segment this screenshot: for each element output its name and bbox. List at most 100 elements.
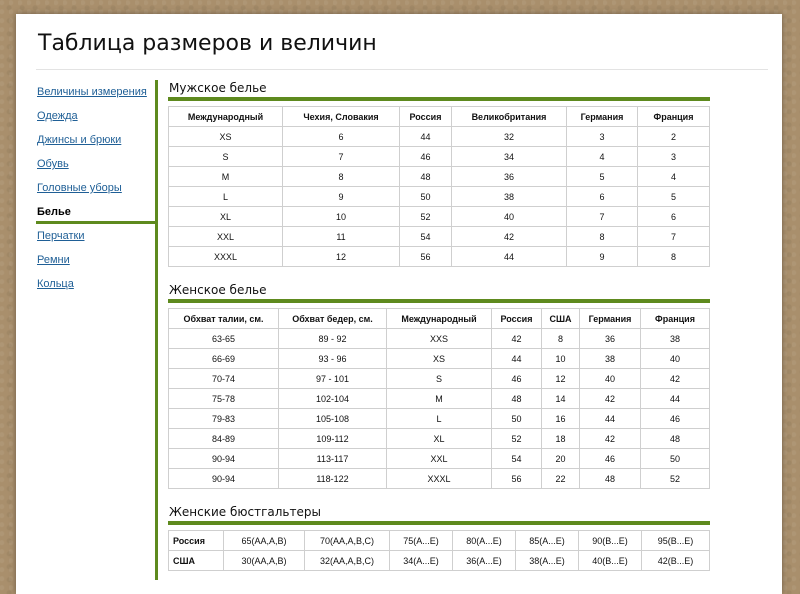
section-title-bras: Женские бюстгальтеры (168, 504, 710, 525)
men-table-cell: 6 (637, 206, 710, 227)
men-table-cell: 6 (566, 186, 638, 207)
women-table-cell: 105-108 (278, 408, 387, 429)
bra-table-cell: 40(B...E) (578, 550, 642, 571)
women-table-cell: 93 - 96 (278, 348, 387, 369)
sidebar-item-5[interactable]: Белье (36, 200, 158, 224)
women-table-cell: 8 (541, 328, 580, 349)
women-table-row: 84-89 109-112 XL 52 18 42 48 (168, 428, 710, 449)
women-table-row: 79-83 105-108 L 50 16 44 46 (168, 408, 710, 429)
men-table-cell: 36 (451, 166, 567, 187)
sidebar-item-3[interactable]: Обувь (36, 152, 156, 176)
bra-table-cell: 36(A...E) (452, 550, 516, 571)
women-column-header: Россия (491, 308, 542, 329)
men-table-cell: 9 (282, 186, 400, 207)
bra-table-cell: 38(A...E) (515, 550, 579, 571)
women-table-cell: 113-117 (278, 448, 387, 469)
men-table-cell: 46 (399, 146, 452, 167)
women-table-cell: 52 (491, 428, 542, 449)
men-table-row: S 7 46 34 4 3 (168, 146, 710, 167)
women-table-cell: M (386, 388, 492, 409)
women-table-cell: 48 (491, 388, 542, 409)
women-table-cell: 70-74 (168, 368, 279, 389)
women-table-cell: 40 (579, 368, 641, 389)
women-table-cell: 10 (541, 348, 580, 369)
women-table-cell: S (386, 368, 492, 389)
men-table-cell: 5 (566, 166, 638, 187)
men-table-cell: XXL (168, 226, 283, 247)
men-column-header: Россия (399, 106, 452, 127)
bra-table-cell: 95(B...E) (641, 530, 710, 551)
women-table-cell: 66-69 (168, 348, 279, 369)
women-table-cell: 40 (640, 348, 710, 369)
women-table-cell: 52 (640, 468, 710, 489)
bra-table-cell: 32(AA,A,B,C) (304, 550, 390, 571)
men-table-cell: 32 (451, 126, 567, 147)
women-table-cell: 56 (491, 468, 542, 489)
sidebar-item-4[interactable]: Головные уборы (36, 176, 156, 200)
women-table-cell: 48 (579, 468, 641, 489)
women-table-row: 70-74 97 - 101 S 46 12 40 42 (168, 368, 710, 389)
men-table-cell: M (168, 166, 283, 187)
sidebar-item-7[interactable]: Ремни (36, 248, 156, 272)
section-title-men: Мужское белье (168, 80, 710, 101)
sidebar-item-1[interactable]: Одежда (36, 104, 156, 128)
sidebar-nav: Величины измерения Одежда Джинсы и брюки Об… (36, 80, 158, 296)
sidebar-item-2[interactable]: Джинсы и брюки (36, 128, 156, 152)
men-table-cell: 10 (282, 206, 400, 227)
men-table-cell: 56 (399, 246, 452, 267)
women-table-cell: 42 (579, 428, 641, 449)
women-table-cell: 42 (640, 368, 710, 389)
women-table-cell: 46 (640, 408, 710, 429)
women-table-row: 63-65 89 - 92 XXS 42 8 36 38 (168, 328, 710, 349)
main-content: Мужское белье Международный Чехия, Словак… (168, 80, 710, 571)
women-table-cell: 90-94 (168, 468, 279, 489)
sidebar-item-6[interactable]: Перчатки (36, 224, 156, 248)
men-table-cell: 44 (399, 126, 452, 147)
men-table-cell: 38 (451, 186, 567, 207)
women-table-cell: 48 (640, 428, 710, 449)
women-table-cell: 79-83 (168, 408, 279, 429)
women-table-cell: 44 (579, 408, 641, 429)
men-table-cell: 5 (637, 186, 710, 207)
men-table-cell: 44 (451, 246, 567, 267)
men-table-cell: 7 (566, 206, 638, 227)
section-title-women: Женское белье (168, 282, 710, 303)
women-table-cell: 42 (491, 328, 542, 349)
sidebar-item-0[interactable]: Величины измерения (36, 80, 156, 104)
men-table-cell: 2 (637, 126, 710, 147)
women-table-cell: 16 (541, 408, 580, 429)
men-table-cell: 3 (637, 146, 710, 167)
men-table-cell: 8 (637, 246, 710, 267)
bra-table-row: Россия 65(AA,A,B) 70(AA,A,B,C) 75(A...E) 80(… (168, 530, 710, 551)
men-table-cell: 42 (451, 226, 567, 247)
page-title: Таблица размеров и величин (38, 31, 377, 56)
men-table-cell: 7 (637, 226, 710, 247)
men-table-cell: 54 (399, 226, 452, 247)
women-table-row: 90-94 118-122 XXXL 56 22 48 52 (168, 468, 710, 489)
women-table-cell: 42 (579, 388, 641, 409)
women-table-cell: XXS (386, 328, 492, 349)
men-table-row: M 8 48 36 5 4 (168, 166, 710, 187)
women-table-cell: XXL (386, 448, 492, 469)
men-table-cell: 12 (282, 246, 400, 267)
women-table-cell: 18 (541, 428, 580, 449)
men-column-header: Германия (566, 106, 638, 127)
women-table-cell: XXXL (386, 468, 492, 489)
men-table-cell: 34 (451, 146, 567, 167)
women-table-cell: 84-89 (168, 428, 279, 449)
women-table-cell: 44 (491, 348, 542, 369)
women-table-cell: 75-78 (168, 388, 279, 409)
women-table-cell: L (386, 408, 492, 429)
sidebar-item-8[interactable]: Кольца (36, 272, 156, 296)
bra-table-cell: 80(A...E) (452, 530, 516, 551)
men-table-cell: 8 (282, 166, 400, 187)
bra-table-cell: 30(AA,A,B) (223, 550, 305, 571)
men-table-row: XS 6 44 32 3 2 (168, 126, 710, 147)
women-table-cell: 20 (541, 448, 580, 469)
women-table-cell: 90-94 (168, 448, 279, 469)
women-size-table: Обхват талии, см. Обхват бедер, см. Междун… (168, 308, 710, 489)
men-table-cell: XXXL (168, 246, 283, 267)
women-table-cell: 38 (579, 348, 641, 369)
bra-table-cell: 34(A...E) (389, 550, 453, 571)
women-table-row: 66-69 93 - 96 XS 44 10 38 40 (168, 348, 710, 369)
